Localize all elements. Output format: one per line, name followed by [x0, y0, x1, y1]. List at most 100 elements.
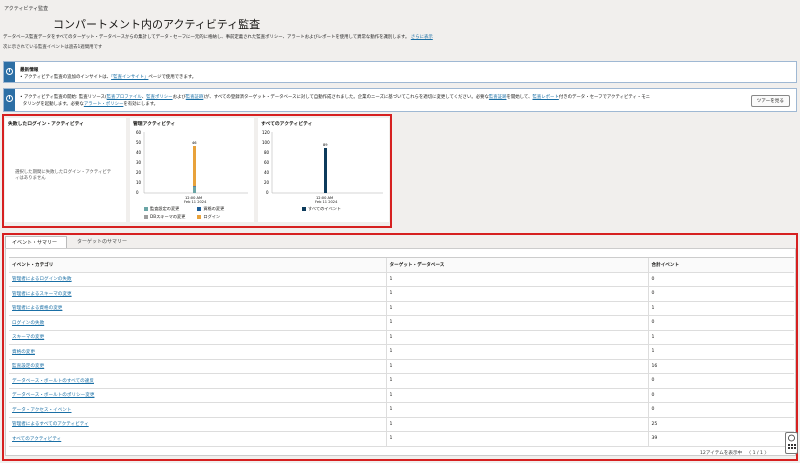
- legend-label: 監査設定の変更: [150, 206, 180, 211]
- legend-label: ログイン: [203, 214, 221, 219]
- y-axis: 120 100 80 60 40 20 0: [262, 130, 270, 195]
- y-tick: 120: [262, 130, 270, 135]
- legend-item[interactable]: DBスキーマの変更: [144, 214, 196, 220]
- banner-text: タリングを起動します。必要な: [22, 102, 84, 107]
- category-link[interactable]: データベース・ボールトのすべての違反: [12, 379, 94, 384]
- empty-state-text: 選択した期間に失敗したログイン・アクティビティはありません: [15, 170, 112, 181]
- getting-started-banner: i • アクティビティ監査の開始: 監査リソース(監査プロファイル、監査ポリシー…: [3, 88, 797, 112]
- audit-insights-link[interactable]: 「監査インサイト」: [111, 75, 148, 80]
- more-link[interactable]: さらに表示: [411, 35, 433, 40]
- category-link[interactable]: 監査設定の変更: [12, 364, 44, 369]
- category-link[interactable]: 管理者によるスキーマの変更: [12, 292, 72, 297]
- y-tick: 80: [264, 150, 270, 155]
- audit-trail-link-2[interactable]: 監査証跡: [489, 95, 507, 100]
- banner-text: アクティビティ監査の開始: 監査リソース(: [24, 95, 107, 100]
- legend-label: DBスキーマの変更: [150, 214, 186, 219]
- bar-all-events[interactable]: [324, 148, 327, 193]
- breadcrumb: アクティビティ監査: [4, 6, 49, 12]
- category-link[interactable]: データベース・ボールトのポリシー変更: [12, 393, 94, 398]
- tab-event-summary[interactable]: イベント・サマリー: [5, 236, 67, 248]
- legend-label: 資格の変更: [203, 206, 225, 211]
- y-tick: 50: [136, 140, 142, 145]
- category-link[interactable]: すべてのアクティビティ: [12, 437, 61, 442]
- legend-swatch: [197, 207, 202, 211]
- target-count: 1: [385, 315, 648, 331]
- table-row: ログインの失敗 1 0: [9, 315, 794, 331]
- legend-item[interactable]: 監査設定の変更: [144, 206, 196, 212]
- table-row: データベース・ボールトのポリシー変更 1 0: [9, 388, 794, 403]
- pagination[interactable]: 〈 1 / 1 〉: [747, 451, 769, 456]
- bar-schema[interactable]: [193, 186, 196, 187]
- audit-profile-link[interactable]: 監査プロファイル: [107, 95, 142, 100]
- category-link[interactable]: ログインの失敗: [12, 321, 44, 326]
- target-count: 1: [385, 301, 648, 316]
- legend-item[interactable]: 資格の変更: [197, 206, 249, 212]
- y-tick: 0: [136, 190, 139, 195]
- y-tick: 10: [136, 180, 142, 185]
- audit-report-link[interactable]: 監査レポート: [532, 95, 558, 100]
- column-header-category[interactable]: イベント・カテゴリ: [9, 257, 386, 273]
- table-row: データ・アクセス・イベント 1 0: [9, 402, 794, 418]
- panel-title: すべてのアクティビティ: [261, 122, 313, 127]
- legend-item[interactable]: ログイン: [197, 214, 249, 220]
- chart-legend: 監査設定の変更 資格の変更 DBスキーマの変更 ログイン: [144, 206, 254, 222]
- banner-body: • アクティビティ監査の追加のインサイトは、「監査インサイト」ページで使用できま…: [20, 75, 197, 80]
- page-description: データベース監査データをすべてのターゲット・データベースからの集計してデータ・セ…: [3, 34, 793, 40]
- category-link[interactable]: 管理者によるログインの失敗: [12, 277, 72, 282]
- category-link[interactable]: 資格の変更: [12, 350, 35, 355]
- alert-policy-link[interactable]: アラート・ポリシー: [84, 102, 124, 107]
- audit-policy-link[interactable]: 監査ポリシー: [146, 95, 172, 100]
- legend-swatch: [302, 207, 306, 211]
- total-events: 0: [647, 373, 794, 389]
- total-events: 0: [647, 272, 794, 287]
- category-link[interactable]: データ・アクセス・イベント: [12, 408, 72, 413]
- panel-title: 管理アクティビティ: [133, 122, 176, 127]
- category-link[interactable]: 管理者による資格の変更: [12, 306, 62, 311]
- panel-title: 失敗したログイン・アクティビティ: [8, 122, 84, 127]
- y-tick: 30: [136, 160, 142, 165]
- total-events: 0: [647, 286, 794, 302]
- y-tick: 60: [264, 160, 270, 165]
- table-header-row: イベント・カテゴリ ターゲット・データベース 合計イベント: [9, 257, 794, 273]
- target-count: 1: [385, 330, 648, 345]
- y-tick: 20: [264, 180, 270, 185]
- audit-trail-link[interactable]: 監査証跡: [186, 95, 204, 100]
- table-row: 資格の変更 1 1: [9, 344, 794, 360]
- admin-activity-panel: 管理アクティビティ 60 50 40 30 20 10 0 46 12:00 A…: [130, 118, 254, 222]
- bar-audit-setting[interactable]: [193, 187, 196, 193]
- tour-button[interactable]: ツアーを見る: [750, 95, 790, 107]
- y-tick: 100: [262, 140, 270, 145]
- failed-login-panel: 失敗したログイン・アクティビティ 選択した期間に失敗したログイン・アクティビティ…: [5, 118, 126, 222]
- tab-target-summary[interactable]: ターゲットのサマリー: [71, 236, 146, 248]
- total-events: 0: [647, 315, 794, 331]
- legend-item[interactable]: すべてのイベント: [302, 206, 354, 212]
- banner-text: を有効にします。: [123, 102, 159, 107]
- event-summary-panel: イベント・カテゴリ ターゲット・データベース 合計イベント 管理者によるログイン…: [5, 248, 796, 456]
- category-link[interactable]: 管理者によるすべてのアクティビティ: [12, 422, 89, 427]
- target-count: 1: [385, 359, 648, 374]
- bar-total-label: 46: [192, 141, 197, 145]
- legend-swatch: [144, 207, 148, 211]
- description-text: データベース監査データをすべてのターゲット・データベースからの集計してデータ・セ…: [3, 35, 410, 40]
- whats-new-banner: i 最新情報 • アクティビティ監査の追加のインサイトは、「監査インサイト」ペー…: [3, 61, 797, 83]
- help-widget-button[interactable]: [785, 432, 798, 454]
- bar-total-label: 89: [323, 143, 328, 147]
- total-events: 1: [647, 301, 794, 316]
- y-tick: 40: [136, 150, 142, 155]
- table-row: 管理者によるスキーマの変更 1 0: [9, 286, 794, 302]
- bar-login[interactable]: [193, 146, 196, 186]
- banner-text: 付きのデータ・セーフでアクティビティ・モニ: [558, 95, 651, 100]
- category-link[interactable]: スキーマの変更: [12, 335, 44, 340]
- info-icon: i: [6, 68, 13, 75]
- table-row: すべてのアクティビティ 1 39: [9, 431, 794, 447]
- all-activity-chart: 120 100 80 60 40 20 0 89 12:00 AM: [262, 130, 383, 200]
- banner-text-after: ページで使用できます。: [148, 75, 197, 80]
- column-header-total[interactable]: 合計イベント: [647, 257, 794, 273]
- bar-entitlement[interactable]: [193, 186, 196, 188]
- banner-accent: i: [4, 62, 15, 82]
- target-count: 1: [385, 344, 648, 360]
- legend-swatch: [144, 215, 148, 219]
- column-header-targets[interactable]: ターゲット・データベース: [385, 257, 648, 273]
- chart-legend: すべてのイベント: [302, 206, 412, 214]
- table-row: データベース・ボールトのすべての違反 1 0: [9, 373, 794, 389]
